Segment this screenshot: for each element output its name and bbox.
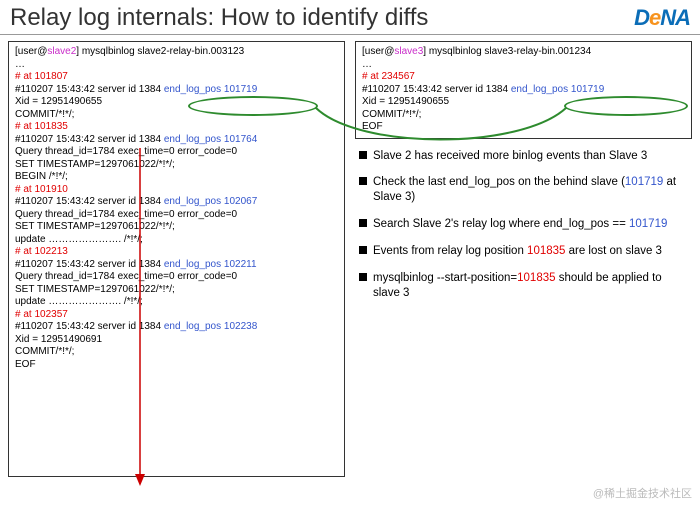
log-line: Query thread_id=1784 exec_time=0 error_c… — [15, 146, 338, 159]
header: Relay log internals: How to identify dif… — [0, 0, 700, 35]
log-line: #110207 15:43:42 server id 1384 end_log_… — [15, 321, 338, 334]
log-line: EOF — [362, 121, 685, 134]
log-line: #110207 15:43:42 server id 1384 end_log_… — [15, 196, 338, 209]
log-line: #110207 15:43:42 server id 1384 end_log_… — [15, 259, 338, 272]
log-line: COMMIT/*!*/; — [362, 109, 685, 122]
bullet-icon — [359, 177, 367, 185]
log-line: Xid = 12951490655 — [15, 96, 338, 109]
log-line: #110207 15:43:42 server id 1384 end_log_… — [362, 84, 685, 97]
watermark: @稀土掘金技术社区 — [593, 485, 692, 501]
log-line: Xid = 12951490655 — [362, 96, 685, 109]
log-line: COMMIT/*!*/; — [15, 346, 338, 359]
list-item: Slave 2 has received more binlog events … — [359, 149, 688, 164]
log-line: # at 234567 — [362, 71, 685, 84]
slave3-log-panel: [user@slave3] mysqlbinlog slave3-relay-b… — [355, 41, 692, 139]
log-line: update …………………. /*!*/; — [15, 234, 338, 247]
log-line: # at 102357 — [15, 309, 338, 322]
log-line: # at 101910 — [15, 184, 338, 197]
log-line: #110207 15:43:42 server id 1384 end_log_… — [15, 84, 338, 97]
log-line: Query thread_id=1784 exec_time=0 error_c… — [15, 209, 338, 222]
log-line: SET TIMESTAMP=1297061022/*!*/; — [15, 284, 338, 297]
bullet-icon — [359, 151, 367, 159]
bullet-icon — [359, 273, 367, 281]
log-line: COMMIT/*!*/; — [15, 109, 338, 122]
log-line: SET TIMESTAMP=1297061022/*!*/; — [15, 221, 338, 234]
log-line: BEGIN /*!*/; — [15, 171, 338, 184]
content: [user@slave2] mysqlbinlog slave2-relay-b… — [0, 35, 700, 477]
prompt-line: [user@slave2] mysqlbinlog slave2-relay-b… — [15, 46, 338, 59]
log-line: # at 101835 — [15, 121, 338, 134]
dena-logo: DeNA — [634, 5, 690, 31]
log-line: update …………………. /*!*/; — [15, 296, 338, 309]
log-line: Xid = 12951490691 — [15, 334, 338, 347]
bullet-icon — [359, 219, 367, 227]
list-item: Events from relay log position 101835 ar… — [359, 244, 688, 259]
prompt-line: [user@slave3] mysqlbinlog slave3-relay-b… — [362, 46, 685, 59]
page-title: Relay log internals: How to identify dif… — [10, 4, 428, 32]
log-line: #110207 15:43:42 server id 1384 end_log_… — [15, 134, 338, 147]
slave2-log-panel: [user@slave2] mysqlbinlog slave2-relay-b… — [8, 41, 345, 477]
log-line: # at 102213 — [15, 246, 338, 259]
bullet-icon — [359, 246, 367, 254]
list-item: Search Slave 2's relay log where end_log… — [359, 217, 688, 232]
left-column: [user@slave2] mysqlbinlog slave2-relay-b… — [8, 41, 345, 477]
log-line: … — [15, 59, 338, 72]
notes-list: Slave 2 has received more binlog events … — [355, 147, 692, 314]
list-item: mysqlbinlog --start-position=101835 shou… — [359, 271, 688, 301]
right-column: [user@slave3] mysqlbinlog slave3-relay-b… — [355, 41, 692, 477]
log-line: SET TIMESTAMP=1297061022/*!*/; — [15, 159, 338, 172]
log-line: EOF — [15, 359, 338, 372]
log-line: Query thread_id=1784 exec_time=0 error_c… — [15, 271, 338, 284]
log-line: # at 101807 — [15, 71, 338, 84]
log-line: … — [362, 59, 685, 72]
list-item: Check the last end_log_pos on the behind… — [359, 175, 688, 205]
